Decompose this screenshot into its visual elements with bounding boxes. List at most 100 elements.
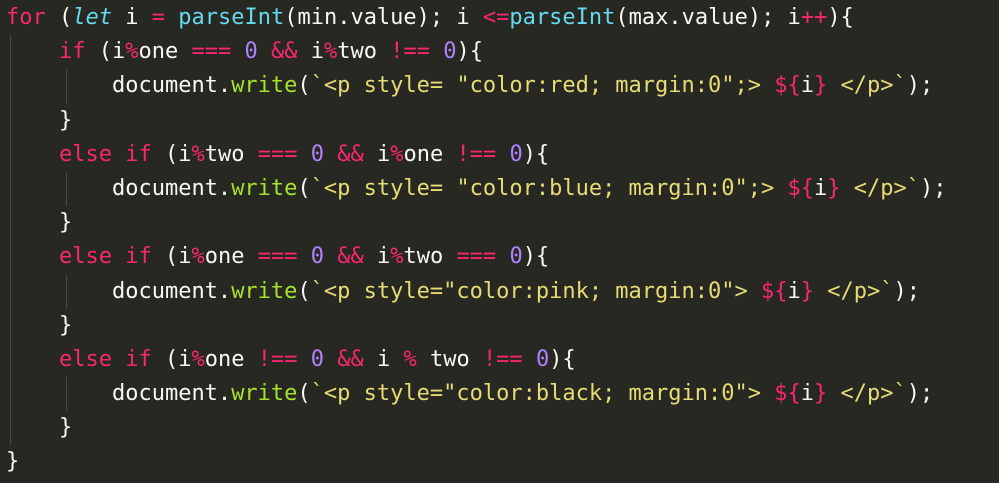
code-editor[interactable]: for (let i = parseInt(min.value); i <=pa… bbox=[0, 0, 999, 483]
code-token: && bbox=[337, 346, 364, 372]
code-token: 0 bbox=[509, 244, 523, 270]
code-token: one bbox=[204, 346, 258, 372]
code-token: for bbox=[6, 5, 46, 30]
code-line[interactable]: document.write(`<p style= "color:blue; m… bbox=[0, 171, 999, 207]
code-line[interactable]: else if (i%one === 0 && i%two === 0){ bbox=[0, 240, 999, 275]
code-token: document. bbox=[111, 175, 232, 201]
code-token: % bbox=[191, 346, 205, 372]
code-line[interactable]: else if (i%two === 0 && i%one !== 0){ bbox=[0, 137, 999, 172]
code-token: ${ bbox=[774, 73, 801, 99]
code-line[interactable]: } bbox=[0, 206, 999, 241]
indent-guide bbox=[10, 308, 11, 343]
code-line[interactable]: document.write(`<p style= "color:red; ma… bbox=[0, 69, 999, 104]
code-token: } bbox=[58, 415, 73, 441]
code-token: } bbox=[58, 312, 73, 338]
code-token: else bbox=[58, 346, 112, 372]
code-token: ){ bbox=[522, 244, 550, 270]
code-token: 0 bbox=[310, 244, 324, 270]
code-token: else bbox=[58, 244, 112, 270]
code-token: = bbox=[151, 5, 165, 30]
code-token: two bbox=[204, 141, 258, 167]
code-token: write bbox=[231, 175, 298, 201]
code-token: two bbox=[337, 39, 391, 65]
code-token: `<p style="color:black; margin:0"> bbox=[310, 381, 775, 407]
code-token: </p>` bbox=[827, 381, 907, 407]
code-line[interactable]: } bbox=[0, 103, 999, 138]
code-token: parseInt bbox=[178, 5, 285, 30]
code-token: ){ bbox=[549, 346, 576, 372]
code-line[interactable]: for (let i = parseInt(min.value); i <=pa… bbox=[0, 1, 999, 35]
code-token: (max.value); i bbox=[615, 5, 801, 30]
indent-guide bbox=[66, 274, 67, 309]
code-token: i bbox=[363, 244, 391, 270]
code-token: % bbox=[390, 244, 404, 270]
code-token: === bbox=[191, 39, 232, 65]
code-token: i bbox=[112, 5, 152, 30]
code-line[interactable]: else if (i%one !== 0 && i % two !== 0){ bbox=[0, 342, 999, 378]
code-token: } bbox=[814, 381, 828, 407]
code-token: 0 bbox=[244, 39, 258, 65]
code-line[interactable]: } bbox=[0, 308, 999, 343]
code-token: ${ bbox=[787, 175, 815, 201]
code-token: === bbox=[456, 244, 497, 270]
code-line[interactable]: } bbox=[0, 411, 999, 446]
code-token: i bbox=[787, 278, 801, 304]
code-token: % bbox=[191, 244, 205, 270]
code-token: 0 bbox=[535, 346, 550, 372]
code-token: </p>` bbox=[814, 278, 894, 304]
code-token: if bbox=[125, 346, 152, 372]
indent-guide bbox=[66, 171, 67, 207]
code-token: document. bbox=[111, 381, 232, 407]
code-line[interactable]: document.write(`<p style="color:pink; ma… bbox=[0, 274, 999, 309]
code-token: (i bbox=[85, 39, 126, 65]
code-token: (i bbox=[151, 346, 192, 372]
indent-guide bbox=[66, 69, 67, 104]
code-token: ++ bbox=[800, 5, 828, 30]
code-line[interactable]: } bbox=[0, 445, 999, 479]
code-token: !== bbox=[257, 346, 298, 372]
indent-guide bbox=[10, 240, 11, 275]
code-token: } bbox=[814, 73, 828, 99]
code-token: ( bbox=[297, 175, 311, 201]
code-token: ){ bbox=[522, 141, 550, 167]
code-token: document. bbox=[111, 73, 232, 99]
code-token: i bbox=[297, 39, 324, 65]
code-token: % bbox=[390, 141, 404, 167]
code-token: 0 bbox=[509, 141, 523, 167]
code-token: one bbox=[403, 141, 457, 167]
code-token: } bbox=[58, 210, 73, 236]
code-token: (i bbox=[151, 244, 192, 270]
code-line[interactable]: if (i%one === 0 && i%two !== 0){ bbox=[0, 35, 999, 70]
code-token: `<p style="color:pink; margin:0"> bbox=[310, 278, 762, 304]
code-token: ); bbox=[906, 73, 934, 99]
code-token: if bbox=[58, 39, 86, 65]
code-token: i bbox=[800, 73, 815, 99]
code-token: parseInt bbox=[509, 5, 616, 30]
code-token: 0 bbox=[310, 346, 324, 372]
code-token: else bbox=[58, 141, 112, 167]
code-token: (min.value); i bbox=[284, 5, 483, 30]
code-token: % bbox=[403, 346, 417, 372]
code-token: ); bbox=[893, 278, 921, 304]
indent-guide bbox=[66, 377, 67, 412]
code-line[interactable]: document.write(`<p style="color:black; m… bbox=[0, 377, 999, 412]
